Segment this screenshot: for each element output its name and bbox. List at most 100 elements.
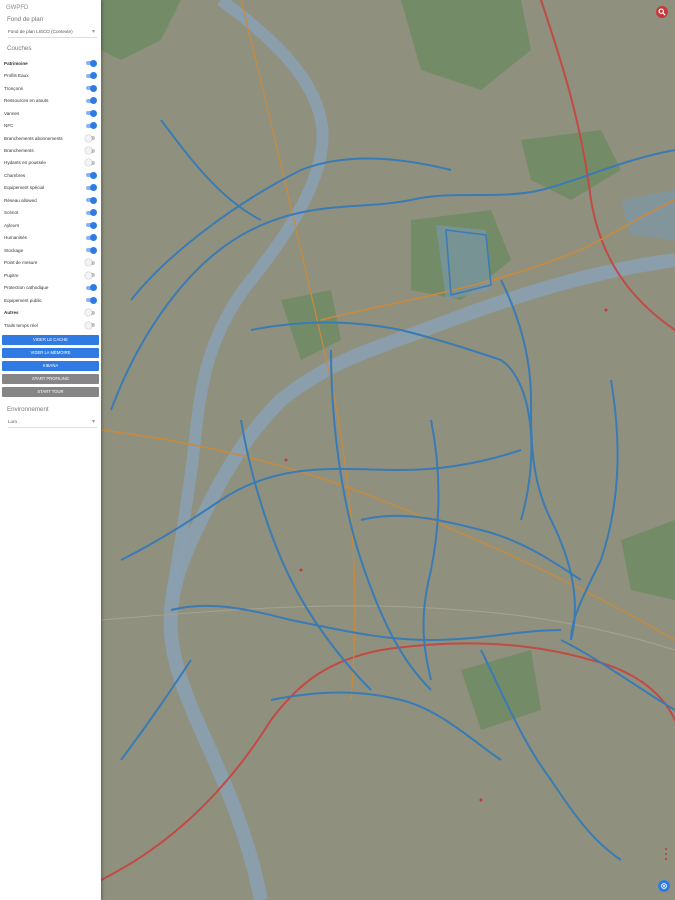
layer-toggle[interactable] — [86, 284, 97, 292]
layer-toggle[interactable] — [86, 196, 97, 204]
toggle-knob — [90, 196, 97, 204]
layer-label: Chambres — [4, 172, 26, 178]
layer-label: Pupitre — [4, 272, 19, 278]
layer-row[interactable]: Pupitre — [0, 269, 101, 281]
layer-toggle[interactable] — [85, 134, 95, 142]
layer-row[interactable]: Ayleurs — [0, 219, 101, 231]
layer-row[interactable]: Equipement spécial — [0, 182, 101, 194]
app-title: GWPFD — [6, 5, 29, 11]
layer-toggle[interactable] — [85, 259, 95, 267]
layer-toggle[interactable] — [86, 109, 97, 117]
layer-toggle[interactable] — [85, 271, 95, 279]
layer-label: Patrimoine — [4, 60, 28, 66]
toggle-knob — [90, 184, 97, 192]
layer-row[interactable]: Protection cathodique — [0, 281, 101, 293]
map-menu-button[interactable] — [664, 846, 668, 862]
layer-toggle[interactable] — [86, 97, 97, 105]
layer-label: Branchements abonnements — [4, 135, 63, 141]
layer-label: Tronçons — [4, 85, 23, 91]
layer-label: NFC — [4, 123, 14, 129]
layer-row[interactable]: Point de mesure — [0, 257, 101, 269]
layer-row[interactable]: Equipement public — [0, 294, 101, 306]
chevron-down-icon: ▾ — [91, 418, 95, 425]
action-button[interactable]: START PROFILING — [2, 374, 99, 385]
layer-toggle[interactable] — [86, 72, 97, 80]
layer-row[interactable]: Scénot — [0, 207, 101, 219]
action-buttons: VIDER LE CACHE VIDER LA MÉMOIRE KIBANA STAR… — [0, 335, 101, 398]
layer-row[interactable]: Hydants en poussée — [0, 157, 101, 169]
layer-row[interactable]: Vannes — [0, 107, 101, 119]
layer-toggle[interactable] — [85, 159, 95, 167]
environment-select[interactable]: Lum ▾ — [8, 415, 97, 429]
search-icon — [658, 8, 666, 16]
more-vert-icon — [665, 848, 667, 860]
layer-row[interactable]: NFC — [0, 119, 101, 131]
layer-toggle[interactable] — [86, 234, 97, 242]
toggle-knob — [85, 134, 92, 142]
layer-row[interactable]: Trails temps réel — [0, 319, 101, 331]
action-button[interactable]: KIBANA — [2, 361, 99, 372]
layer-label: Equipement public — [4, 297, 42, 303]
layer-row[interactable]: Stockage — [0, 244, 101, 256]
action-button[interactable]: START TOUR — [2, 387, 99, 398]
toggle-knob — [85, 159, 92, 167]
layer-row[interactable]: Branchements abonnements — [0, 132, 101, 144]
layer-row[interactable]: Ressources en atouts — [0, 94, 101, 106]
layer-toggle[interactable] — [85, 309, 95, 317]
layer-row[interactable]: Réseau allowed — [0, 194, 101, 206]
layer-toggle[interactable] — [86, 59, 97, 67]
action-button[interactable]: VIDER LA MÉMOIRE — [2, 348, 99, 359]
layer-label: Scénot — [4, 210, 19, 216]
layer-toggle[interactable] — [86, 184, 97, 192]
toggle-knob — [90, 284, 97, 292]
toggle-knob — [90, 209, 97, 217]
layers-heading: Couches — [7, 45, 32, 52]
layer-row[interactable]: Branchements — [0, 144, 101, 156]
location-icon — [661, 883, 667, 889]
layer-label: Branchements — [4, 148, 34, 154]
toggle-knob — [90, 246, 97, 254]
environment-heading: Environnement — [7, 406, 49, 414]
action-button[interactable]: VIDER LE CACHE — [2, 335, 99, 346]
basemap-heading: Fond de plan — [7, 16, 44, 23]
layer-label: Protection cathodique — [4, 285, 49, 291]
toggle-knob — [90, 59, 97, 67]
layer-toggle[interactable] — [86, 221, 97, 229]
layer-label: Trails temps réel — [4, 322, 38, 328]
layer-toggle[interactable] — [86, 122, 97, 130]
toggle-knob — [90, 221, 97, 229]
layer-label: Point de mesure — [4, 260, 38, 266]
layer-toggle[interactable] — [85, 321, 95, 329]
layer-label: Humanisés — [4, 235, 27, 241]
layer-label: Vannes — [4, 110, 20, 116]
layer-label: Réseau allowed — [4, 197, 37, 203]
chevron-down-icon: ▾ — [91, 28, 95, 35]
layer-row[interactable]: Chambres — [0, 169, 101, 181]
toggle-knob — [90, 109, 97, 117]
layer-toggle[interactable] — [86, 209, 97, 217]
layer-toggle[interactable] — [86, 246, 97, 254]
layer-row[interactable]: Humanisés — [0, 232, 101, 244]
toggle-knob — [90, 84, 97, 92]
layer-row[interactable]: Patrimoine — [0, 57, 101, 69]
toggle-knob — [85, 271, 92, 279]
layer-toggle[interactable] — [86, 171, 97, 179]
layer-label: Stockage — [4, 247, 24, 253]
toggle-knob — [90, 97, 97, 105]
layer-toggle[interactable] — [86, 296, 97, 304]
toggle-knob — [90, 72, 97, 80]
locate-fab[interactable] — [658, 880, 670, 892]
toggle-knob — [90, 296, 97, 304]
basemap-select[interactable]: Fond de plan LISCO (Contexte) ▾ — [8, 25, 97, 38]
map-view[interactable] — [101, 0, 675, 900]
layer-toggle[interactable] — [85, 147, 95, 155]
layer-row[interactable]: Tronçons — [0, 82, 101, 94]
environment-select-value: Lum — [8, 418, 17, 424]
layer-list: Patrimoine Profils Eaux Tronçons Ressources… — [0, 57, 101, 331]
search-fab[interactable] — [656, 6, 668, 18]
basemap-select-value: Fond de plan LISCO (Contexte) — [8, 28, 73, 34]
layer-toggle[interactable] — [86, 84, 97, 92]
layer-row[interactable]: Profils Eaux — [0, 69, 101, 81]
layer-row[interactable]: Autres — [0, 306, 101, 318]
layer-label: Profils Eaux — [4, 73, 29, 79]
